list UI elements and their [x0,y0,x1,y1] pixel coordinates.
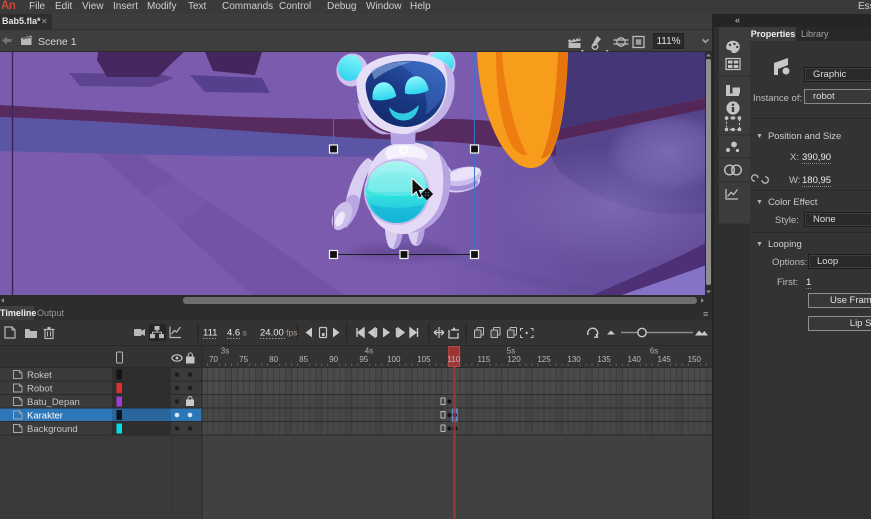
svg-text:75: 75 [239,355,248,364]
svg-text:105: 105 [417,355,431,364]
svg-text:Roket: Roket [27,370,52,381]
svg-text:95: 95 [359,355,368,364]
svg-text:120: 120 [507,355,521,364]
svg-text:90: 90 [329,355,338,364]
svg-text:24.00 fps: 24.00 fps [260,328,297,339]
svg-text:80: 80 [269,355,278,364]
svg-text:Batu_Depan: Batu_Depan [27,397,80,408]
svg-text:3s: 3s [221,347,229,356]
svg-text:125: 125 [537,355,551,364]
svg-text:4.6 s: 4.6 s [227,328,247,339]
svg-text:70: 70 [209,355,218,364]
svg-text:115: 115 [478,355,491,364]
svg-text:85: 85 [299,355,308,364]
svg-text:Scene 1: Scene 1 [38,36,77,48]
svg-text:140: 140 [628,355,642,364]
svg-text:130: 130 [567,355,581,364]
svg-text:110: 110 [448,355,461,364]
svg-text:100: 100 [387,355,401,364]
svg-text:145: 145 [658,355,672,364]
svg-text:Background: Background [27,424,78,435]
svg-text:Karakter: Karakter [27,411,63,422]
svg-text:135: 135 [597,355,611,364]
svg-text:150: 150 [688,355,702,364]
svg-text:Robot: Robot [27,384,53,395]
svg-text:111: 111 [203,328,217,339]
